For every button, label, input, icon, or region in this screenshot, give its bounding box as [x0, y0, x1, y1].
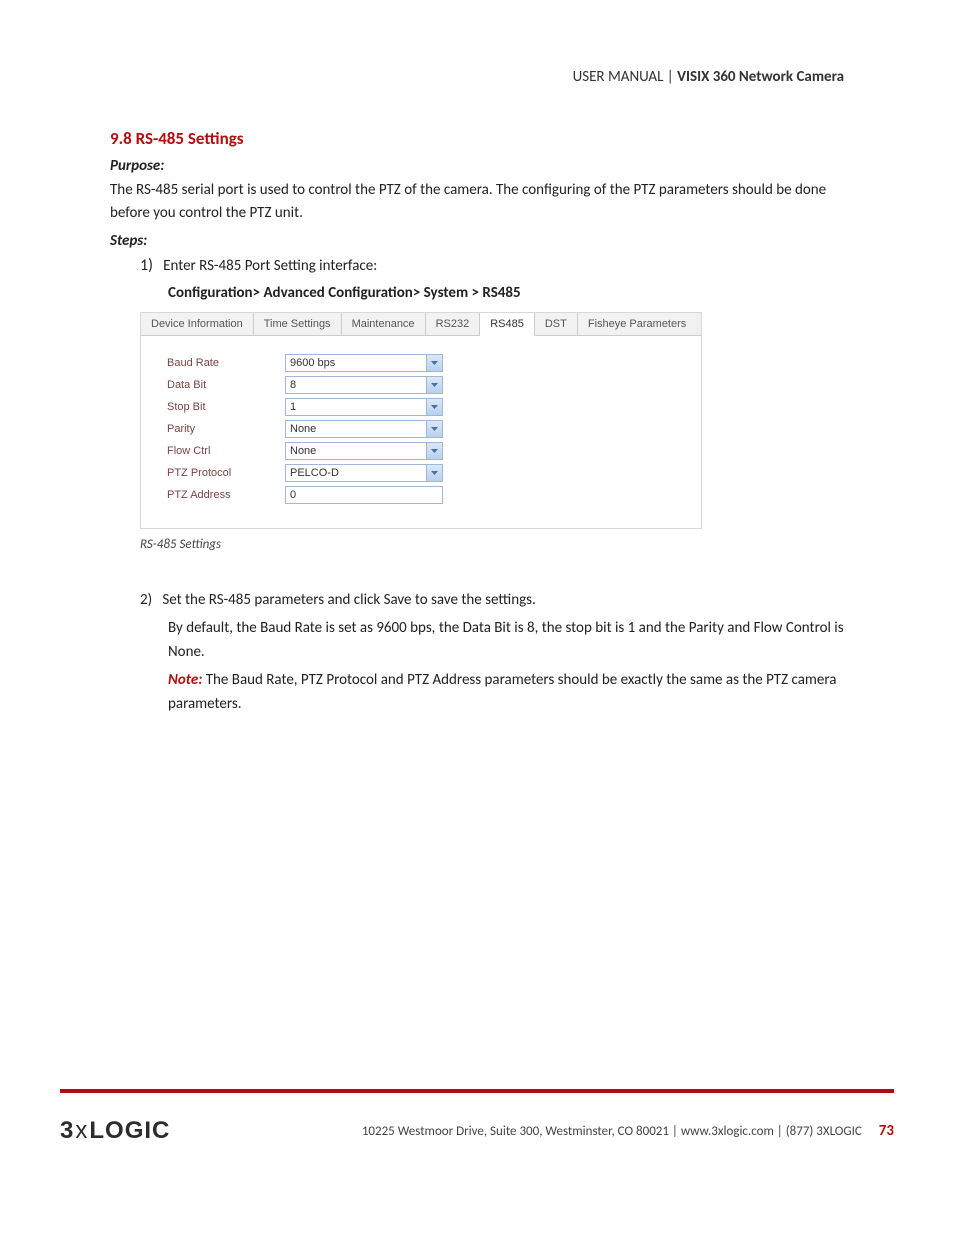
label-baud-rate: Baud Rate [167, 357, 285, 369]
page-footer: 3xLOGIC 10225 Westmoor Drive, Suite 300,… [0, 1089, 954, 1145]
header-title: VISIX 360 Network Camera [677, 68, 844, 86]
page: USER MANUAL | VISIX 360 Network Camera 9… [0, 0, 954, 1235]
tab-dst[interactable]: DST [535, 313, 578, 335]
value-baud-rate: 9600 bps [290, 357, 335, 369]
select-ptz-protocol[interactable]: PELCO-D [285, 464, 443, 482]
tab-fisheye-parameters[interactable]: Fisheye Parameters [578, 313, 696, 335]
section-heading: 9.8 RS-485 Settings [110, 128, 844, 149]
step1-number: 1) [140, 256, 153, 275]
tab-time-settings[interactable]: Time Settings [254, 313, 342, 335]
logo-part-a: 3 [60, 1117, 74, 1144]
row-data-bit: Data Bit 8 [167, 376, 701, 394]
step2-text: Set the RS-485 parameters and click Save… [162, 591, 535, 609]
chevron-down-icon[interactable] [426, 399, 442, 415]
config-path: Configuration> Advanced Configuration> S… [168, 284, 844, 302]
chevron-down-icon[interactable] [426, 355, 442, 371]
row-ptz-protocol: PTZ Protocol PELCO-D [167, 464, 701, 482]
value-ptz-protocol: PELCO-D [290, 467, 339, 479]
chevron-down-icon[interactable] [426, 443, 442, 459]
header-prefix: USER MANUAL | [573, 68, 678, 86]
tab-rs232[interactable]: RS232 [426, 313, 481, 335]
value-parity: None [290, 423, 316, 435]
step1-text: Enter RS-485 Port Setting interface: [163, 257, 377, 275]
label-ptz-address: PTZ Address [167, 489, 285, 501]
brand-logo: 3xLOGIC [60, 1117, 170, 1145]
step2-default-text: By default, the Baud Rate is set as 9600… [168, 616, 844, 664]
row-parity: Parity None [167, 420, 701, 438]
value-data-bit: 8 [290, 379, 296, 391]
step2-number: 2) [140, 591, 152, 609]
chevron-down-icon[interactable] [426, 421, 442, 437]
note-label: Note: [168, 671, 202, 689]
footer-divider [60, 1089, 894, 1093]
select-data-bit[interactable]: 8 [285, 376, 443, 394]
footer-text: 10225 Westmoor Drive, Suite 300, Westmin… [200, 1122, 894, 1140]
page-header: USER MANUAL | VISIX 360 Network Camera [110, 68, 844, 86]
logo-part-x: x [74, 1117, 89, 1144]
chevron-down-icon[interactable] [426, 377, 442, 393]
note-text: The Baud Rate, PTZ Protocol and PTZ Addr… [168, 671, 836, 713]
content: 9.8 RS-485 Settings Purpose: The RS-485 … [110, 128, 844, 716]
logo-part-b: LOGIC [89, 1117, 170, 1144]
purpose-label: Purpose: [110, 157, 844, 175]
select-parity[interactable]: None [285, 420, 443, 438]
page-number: 73 [879, 1122, 894, 1140]
footer-row: 3xLOGIC 10225 Westmoor Drive, Suite 300,… [60, 1117, 894, 1145]
label-parity: Parity [167, 423, 285, 435]
row-stop-bit: Stop Bit 1 [167, 398, 701, 416]
chevron-down-icon[interactable] [426, 465, 442, 481]
row-ptz-address: PTZ Address 0 [167, 486, 701, 504]
value-ptz-address: 0 [290, 489, 296, 501]
purpose-text: The RS-485 serial port is used to contro… [110, 179, 844, 226]
select-baud-rate[interactable]: 9600 bps [285, 354, 443, 372]
form-area: Baud Rate 9600 bps Data Bit 8 Stop Bit [141, 336, 701, 528]
value-stop-bit: 1 [290, 401, 296, 413]
tab-maintenance[interactable]: Maintenance [342, 313, 426, 335]
steps-label: Steps: [110, 232, 844, 250]
row-flow-ctrl: Flow Ctrl None [167, 442, 701, 460]
label-ptz-protocol: PTZ Protocol [167, 467, 285, 479]
label-data-bit: Data Bit [167, 379, 285, 391]
select-stop-bit[interactable]: 1 [285, 398, 443, 416]
step2-note: Note: The Baud Rate, PTZ Protocol and PT… [168, 668, 844, 716]
input-ptz-address[interactable]: 0 [285, 486, 443, 504]
tab-rs485[interactable]: RS485 [480, 313, 535, 336]
figure-caption: RS-485 Settings [140, 537, 844, 552]
label-flow-ctrl: Flow Ctrl [167, 445, 285, 457]
label-stop-bit: Stop Bit [167, 401, 285, 413]
tab-device-information[interactable]: Device Information [141, 313, 254, 335]
step-1: 1) Enter RS-485 Port Setting interface: [140, 254, 844, 279]
value-flow-ctrl: None [290, 445, 316, 457]
step-2-block: 2) Set the RS-485 parameters and click S… [140, 588, 844, 716]
footer-address: 10225 Westmoor Drive, Suite 300, Westmin… [362, 1124, 862, 1139]
row-baud-rate: Baud Rate 9600 bps [167, 354, 701, 372]
tab-bar: Device Information Time Settings Mainten… [141, 313, 701, 336]
step-2: 2) Set the RS-485 parameters and click S… [140, 588, 844, 612]
settings-panel: Device Information Time Settings Mainten… [140, 312, 702, 529]
select-flow-ctrl[interactable]: None [285, 442, 443, 460]
